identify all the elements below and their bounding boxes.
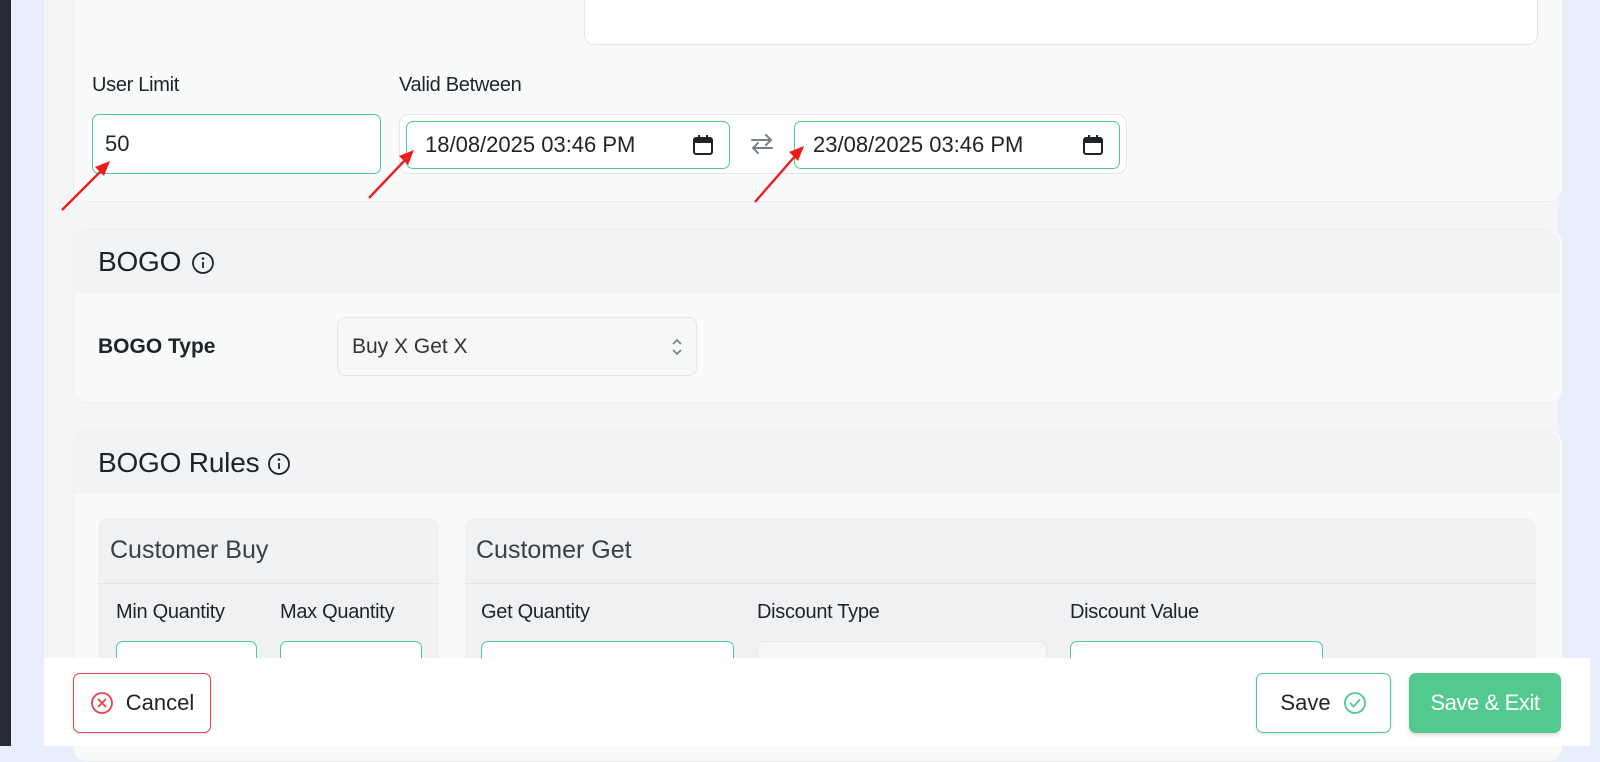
chevron-updown-icon xyxy=(672,338,682,356)
save-button[interactable]: Save xyxy=(1256,673,1391,733)
save-label: Save xyxy=(1280,690,1331,715)
discount-type-label: Discount Type xyxy=(757,601,880,623)
save-and-exit-button[interactable]: Save & Exit xyxy=(1409,673,1561,733)
bogo-rules-header xyxy=(74,431,1560,494)
bogo-title: BOGO xyxy=(98,246,182,277)
bogo-type-value: Buy X Get X xyxy=(352,335,468,358)
cancel-label: Cancel xyxy=(125,690,195,715)
info-icon[interactable] xyxy=(191,251,215,275)
end-datetime-input[interactable]: 23/08/2025 03:46 PM xyxy=(794,121,1120,169)
description-textarea[interactable] xyxy=(584,0,1538,45)
user-limit-input[interactable]: 50 xyxy=(92,114,381,174)
customer-get-divider xyxy=(465,583,1536,584)
start-datetime-input[interactable]: 18/08/2025 03:46 PM xyxy=(406,121,730,169)
cancel-button[interactable]: Cancel xyxy=(73,673,211,733)
start-datetime-value: 18/08/2025 03:46 PM xyxy=(425,132,636,157)
x-circle-icon xyxy=(90,692,113,714)
user-limit-label: User Limit xyxy=(92,74,180,96)
bogo-section-header xyxy=(74,230,1560,293)
get-quantity-label: Get Quantity xyxy=(481,601,590,623)
max-quantity-label: Max Quantity xyxy=(280,601,395,623)
left-edge-strip xyxy=(0,0,11,746)
save-and-exit-label: Save & Exit xyxy=(1430,690,1540,715)
bogo-type-label: BOGO Type xyxy=(98,335,216,358)
swap-icon xyxy=(751,134,773,154)
bogo-type-select[interactable]: Buy X Get X xyxy=(337,317,697,376)
valid-between-label: Valid Between xyxy=(399,74,522,96)
user-limit-value: 50 xyxy=(105,131,130,156)
calendar-icon[interactable] xyxy=(692,134,714,156)
info-icon[interactable] xyxy=(267,452,291,476)
calendar-icon[interactable] xyxy=(1082,134,1104,156)
end-datetime-value: 23/08/2025 03:46 PM xyxy=(813,132,1024,157)
customer-buy-title: Customer Buy xyxy=(110,536,269,564)
check-circle-icon xyxy=(1343,692,1366,714)
customer-get-title: Customer Get xyxy=(476,536,632,564)
min-quantity-label: Min Quantity xyxy=(116,601,225,623)
customer-buy-divider xyxy=(98,583,439,584)
discount-value-label: Discount Value xyxy=(1070,601,1199,623)
bogo-rules-title: BOGO Rules xyxy=(98,447,260,478)
